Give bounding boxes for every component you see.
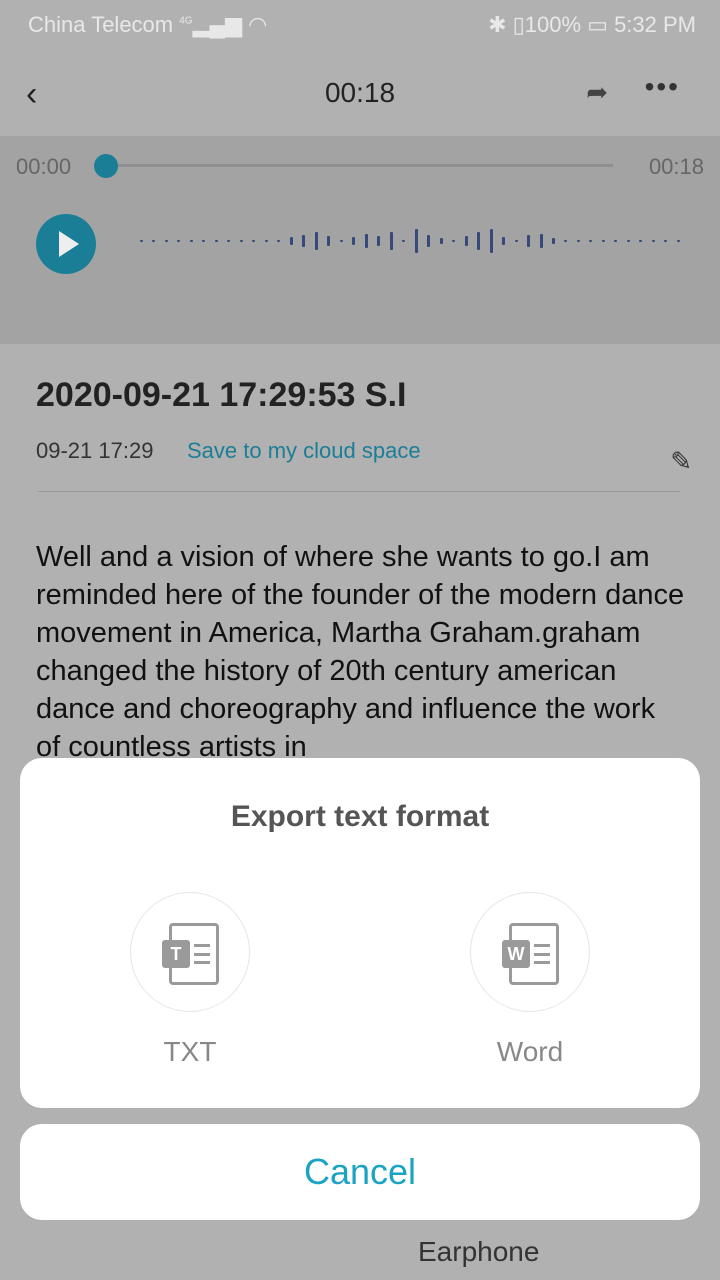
waveform-bar xyxy=(314,232,318,250)
sheet-title: Export text format xyxy=(230,800,490,833)
waveform-bar xyxy=(164,240,168,242)
waveform-bar xyxy=(651,240,655,242)
page-title: 00:18 xyxy=(324,77,396,108)
recording-title: 2020-09-21 17:29:53 S.I xyxy=(36,376,407,414)
waveform-bar xyxy=(227,240,231,242)
waveform-bar xyxy=(414,229,418,253)
play-button[interactable] xyxy=(36,214,96,274)
waveform-bar xyxy=(614,240,618,242)
save-to-cloud-link[interactable]: Save to my cloud space xyxy=(187,438,421,464)
waveform-bar xyxy=(252,240,256,242)
waveform-bar xyxy=(626,240,630,242)
txt-file-icon: T xyxy=(162,923,219,985)
waveform-bar xyxy=(177,240,181,242)
total-time: 00:18 xyxy=(648,154,704,179)
waveform-bar xyxy=(264,240,268,242)
cancel-button[interactable]: Cancel xyxy=(20,1124,700,1220)
more-icon[interactable]: ••• xyxy=(645,71,680,103)
status-bar: China Telecom 4G▂▄▆ ◠ ✱ ▯100% ▭ 5:32 PM xyxy=(0,0,720,50)
waveform-bar xyxy=(302,235,306,247)
waveform-bar xyxy=(152,240,156,242)
waveform-bar xyxy=(327,236,331,246)
waveform-bar xyxy=(527,235,531,247)
export-word-option[interactable]: W Word xyxy=(470,892,590,1068)
waveform-bar xyxy=(489,229,493,253)
clock: 5:32 PM xyxy=(614,12,696,37)
waveform-bar xyxy=(676,240,680,242)
audio-player: 00:00 00:18 xyxy=(0,136,720,344)
progress-track[interactable] xyxy=(104,164,613,167)
waveform-bar xyxy=(589,240,593,242)
txt-label: TXT xyxy=(163,1036,217,1067)
waveform-bar xyxy=(202,240,206,242)
waveform-bar xyxy=(289,237,293,245)
waveform-bar xyxy=(452,240,456,242)
battery-percent: 100% xyxy=(524,12,582,37)
waveform-bar xyxy=(639,240,643,242)
bluetooth-icon: ✱ xyxy=(488,12,507,37)
share-icon[interactable]: ➦ xyxy=(586,77,608,108)
waveform-bar xyxy=(477,232,481,250)
network-type: 4G xyxy=(179,15,193,27)
waveform-bar xyxy=(439,238,443,244)
word-label: Word xyxy=(496,1036,564,1067)
txt-badge: T xyxy=(162,940,190,968)
waveform-bar xyxy=(601,240,605,242)
waveform-bar xyxy=(277,240,281,242)
waveform-bar xyxy=(339,240,343,242)
signal-icon: ▂▄▆ xyxy=(192,12,243,37)
waveform-bar xyxy=(239,240,243,242)
top-nav: ‹ 00:18 ➦ ••• xyxy=(0,55,720,135)
waveform-bar xyxy=(539,234,543,248)
waveform-bar xyxy=(514,240,518,242)
divider xyxy=(38,491,680,492)
export-sheet: Export text format T TXT W Word xyxy=(20,758,700,1108)
carrier: China Telecom xyxy=(28,12,174,37)
export-txt-option[interactable]: T TXT xyxy=(130,892,250,1068)
wifi-icon: ◠ xyxy=(248,12,268,37)
edit-icon[interactable]: ✎ xyxy=(670,446,692,477)
waveform-bar xyxy=(189,240,193,242)
waveform-bar xyxy=(140,240,143,242)
waveform-bar xyxy=(564,240,568,242)
recording-date: 09-21 17:29 xyxy=(36,438,154,463)
waveform-bar xyxy=(389,232,393,250)
waveform-bar xyxy=(464,236,468,246)
waveform-bar xyxy=(377,236,381,246)
waveform-bar xyxy=(402,240,406,242)
word-file-icon: W xyxy=(502,923,559,985)
progress-handle[interactable] xyxy=(94,154,118,178)
waveform xyxy=(140,226,680,256)
waveform-bar xyxy=(352,237,356,245)
vibrate-icon: ▯ xyxy=(512,12,525,37)
waveform-bar xyxy=(551,238,555,244)
waveform-bar xyxy=(364,234,368,248)
waveform-bar xyxy=(664,240,668,242)
transcript-text: Well and a vision of where she wants to … xyxy=(36,541,685,763)
earphone-label: Earphone xyxy=(418,1236,540,1267)
waveform-bar xyxy=(427,235,431,247)
waveform-bar xyxy=(502,237,506,245)
waveform-bar xyxy=(214,240,218,242)
waveform-bar xyxy=(576,240,580,242)
current-time: 00:00 xyxy=(16,154,72,179)
battery-icon: ▭ xyxy=(587,12,608,37)
word-badge: W xyxy=(502,940,530,968)
